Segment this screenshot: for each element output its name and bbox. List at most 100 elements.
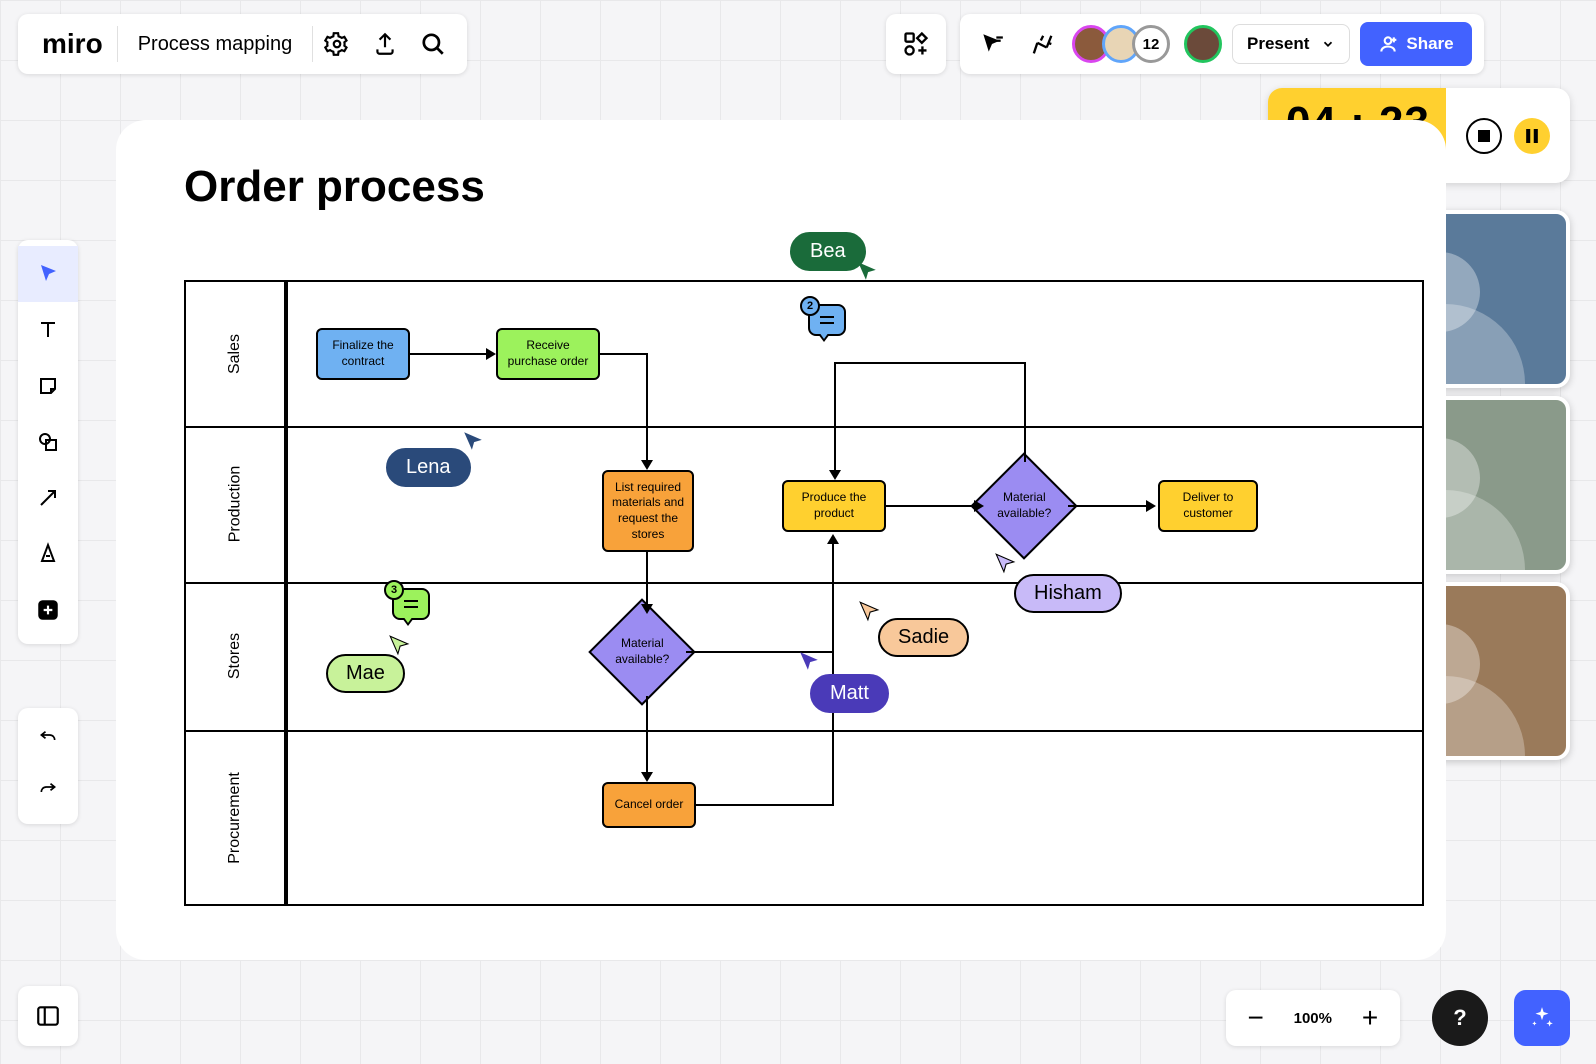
search-icon[interactable] [409,20,457,68]
timer-stop-button[interactable] [1466,118,1502,154]
lane-divider [186,426,1422,428]
node-finalize[interactable]: Finalize the contract [316,328,410,380]
frame[interactable]: Order process Sales Production Stores Pr… [116,120,1446,960]
export-icon[interactable] [361,20,409,68]
cursor-icon [462,430,484,452]
collaboration-bar: 12 Present Share [960,14,1484,74]
left-toolbar [18,240,78,644]
lane-divider [186,582,1422,584]
redo-button[interactable] [18,766,78,818]
lane-label: Production [226,466,244,543]
swimlanes[interactable]: Sales Production Stores Procurement Fina… [184,280,1424,906]
connector[interactable] [834,362,836,474]
diamond-label: Material available? [606,636,678,667]
apps-button[interactable] [886,14,946,74]
comment-count-badge: 2 [800,296,820,316]
lane-header[interactable]: Procurement [186,730,286,906]
lane-header[interactable]: Production [186,426,286,582]
connector[interactable] [1068,505,1150,507]
cursor-icon [994,552,1016,574]
user-cursor-pill: Lena [386,448,471,487]
zoom-value[interactable]: 100% [1284,1010,1342,1027]
logo[interactable]: miro [28,28,117,60]
pause-icon [1526,129,1538,143]
cursor-follow-icon[interactable] [972,24,1012,64]
user-cursor-pill: Bea [790,232,866,271]
node-list[interactable]: List required materials and request the … [602,470,694,552]
lane-label: Stores [226,633,244,679]
connector[interactable] [834,362,1026,364]
comment-bubble[interactable]: 3 [392,588,430,620]
arrowhead-icon [974,500,984,512]
comment-count-badge: 3 [384,580,404,600]
arrow-tool[interactable] [18,470,78,526]
cursor-icon [858,600,880,622]
connector[interactable] [886,505,978,507]
pen-tool[interactable] [18,526,78,582]
node-cancel[interactable]: Cancel order [602,782,696,828]
zoom-in-button[interactable]: + [1350,998,1390,1038]
undo-button[interactable] [18,714,78,766]
lines-icon [818,314,836,326]
user-cursor-pill: Mae [326,654,405,693]
connector[interactable] [832,540,834,806]
arrowhead-icon [641,604,653,614]
diamond-label: Material available? [988,490,1060,521]
lane-header[interactable]: Stores [186,582,286,730]
undo-redo-toolbar [18,708,78,824]
timer-pause-button[interactable] [1514,118,1550,154]
zoom-controls: − 100% + [1226,990,1400,1046]
connector[interactable] [646,353,648,463]
help-button[interactable]: ? [1432,990,1488,1046]
share-button[interactable]: Share [1360,22,1471,66]
lane-label: Sales [226,334,244,374]
add-tool[interactable] [18,582,78,638]
avatar-stack[interactable]: 12 [1072,25,1170,63]
node-material-1[interactable]: Material available? [588,598,695,705]
sticky-note-tool[interactable] [18,358,78,414]
lane-label: Procurement [226,772,244,864]
connector[interactable] [600,353,648,355]
cursor-icon [798,650,820,672]
node-deliver[interactable]: Deliver to customer [1158,480,1258,532]
connector[interactable] [646,552,648,608]
connector[interactable] [646,696,648,776]
reactions-icon[interactable] [1022,24,1062,64]
lane-header[interactable]: Sales [186,282,286,426]
present-label: Present [1247,34,1309,54]
arrowhead-icon [486,348,496,360]
settings-icon[interactable] [313,20,361,68]
comment-bubble[interactable]: 2 [808,304,846,336]
node-produce[interactable]: Produce the product [782,480,886,532]
arrowhead-icon [641,460,653,470]
frame-title[interactable]: Order process [184,162,485,212]
board-name[interactable]: Process mapping [117,26,314,62]
select-tool[interactable] [18,246,78,302]
arrowhead-icon [1146,500,1156,512]
user-cursor-pill: Matt [810,674,889,713]
cursor-icon [388,634,410,656]
present-button[interactable]: Present [1232,24,1350,64]
chevron-down-icon [1321,37,1335,51]
ai-assist-button[interactable] [1514,990,1570,1046]
person-add-icon [1378,34,1398,54]
connector[interactable] [1024,362,1026,462]
stop-icon [1478,130,1490,142]
node-receive[interactable]: Receive purchase order [496,328,600,380]
connector[interactable] [696,804,834,806]
lane-divider [186,730,1422,732]
user-cursor-pill: Hisham [1014,574,1122,613]
lines-icon [402,598,420,610]
node-material-2[interactable]: Material available? [970,452,1077,559]
avatar-self[interactable] [1184,25,1222,63]
top-toolbar: miro Process mapping [18,14,467,74]
shape-tool[interactable] [18,414,78,470]
connector[interactable] [410,353,488,355]
zoom-out-button[interactable]: − [1236,998,1276,1038]
panel-toggle[interactable] [18,986,78,1046]
avatar-overflow[interactable]: 12 [1132,25,1170,63]
arrowhead-icon [829,470,841,480]
lane-header-divider [286,282,288,904]
text-tool[interactable] [18,302,78,358]
share-label: Share [1406,34,1453,54]
